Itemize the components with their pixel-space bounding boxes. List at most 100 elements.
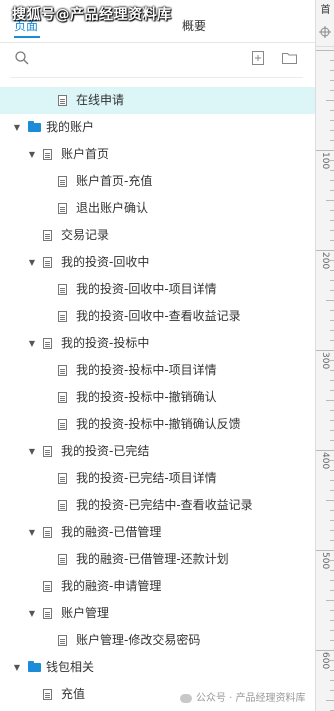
ruler-tick <box>326 300 334 301</box>
tree-item-label: 我的投资-已完结-项目详情 <box>76 471 217 485</box>
tree-page-row[interactable]: 我的投资-投标中-撤销确认 <box>0 384 315 411</box>
tree-page-row[interactable]: 退出账户确认 <box>0 195 315 222</box>
ruler-tick <box>330 640 334 641</box>
expand-caret-icon[interactable]: ▼ <box>27 330 37 357</box>
ruler-tick <box>330 670 334 671</box>
tree-page-row[interactable]: 我的融资-已借管理-还款计划 <box>0 546 315 573</box>
add-folder-icon[interactable] <box>282 52 297 64</box>
ruler-tick <box>330 440 334 441</box>
search-bar[interactable] <box>0 44 315 78</box>
expand-caret-icon[interactable]: ▼ <box>12 654 22 681</box>
tree-page-row[interactable]: ▼ 账户首页 <box>0 141 315 168</box>
ruler-tick <box>330 290 334 291</box>
wechat-icon <box>180 693 192 703</box>
tree-page-row[interactable]: 账户首页-充值 <box>0 168 315 195</box>
tree-page-row[interactable]: 我的投资-已完结-项目详情 <box>0 465 315 492</box>
tree-item-label: 交易记录 <box>61 228 110 242</box>
ruler-tick <box>326 600 334 601</box>
ruler-tick <box>330 540 334 541</box>
ruler-tick <box>330 110 334 111</box>
page-icon <box>43 257 52 268</box>
tree-item-label: 我的投资-已完结 <box>61 444 150 458</box>
tree-folder-row[interactable]: ▼ 我的账户 <box>0 114 315 141</box>
folder-icon <box>28 661 41 672</box>
page-icon <box>43 338 52 349</box>
ruler-tick <box>330 420 334 421</box>
tree-page-row[interactable]: 在线申请 <box>0 87 315 114</box>
tree-folder-row[interactable]: ▼ 钱包相关 <box>0 654 315 681</box>
tree-page-row[interactable]: ▼ 我的投资-投标中 <box>0 330 315 357</box>
ruler-number: 300 <box>320 352 330 370</box>
ruler-tick <box>330 270 334 271</box>
tree-page-row[interactable]: ▼ 账户管理 <box>0 600 315 627</box>
ruler-tick <box>330 660 334 661</box>
expand-caret-icon[interactable]: ▼ <box>27 141 37 168</box>
page-icon <box>43 608 52 619</box>
search-icon[interactable] <box>15 51 29 65</box>
tree-page-row[interactable]: ▼ 我的投资-已完结 <box>0 438 315 465</box>
expand-caret-icon[interactable]: ▼ <box>27 438 37 465</box>
ruler-tick <box>330 470 334 471</box>
tree-item-label: 我的投资-投标中-项目详情 <box>76 363 217 377</box>
ruler-separator <box>316 46 334 47</box>
ruler-tick <box>326 700 334 701</box>
ruler-tick <box>330 610 334 611</box>
ruler-tick <box>330 630 334 631</box>
tree-page-row[interactable]: 我的投资-投标中-撤销确认反馈 <box>0 411 315 438</box>
page-icon <box>58 365 67 376</box>
tree-item-label: 我的投资-已完结中-查看收益记录 <box>76 498 253 512</box>
ruler-tick <box>330 160 334 161</box>
tree-item-label: 我的融资-申请管理 <box>61 579 162 593</box>
ruler-tick <box>330 170 334 171</box>
crosshair-icon[interactable] <box>319 26 331 38</box>
tree-page-row[interactable]: ▼ 我的投资-回收中 <box>0 249 315 276</box>
page-icon <box>43 527 52 538</box>
page-icon <box>58 473 67 484</box>
ruler-tick <box>330 460 334 461</box>
tree-page-row[interactable]: 我的投资-回收中-项目详情 <box>0 276 315 303</box>
tree-page-row[interactable]: ▼ 我的融资-已借管理 <box>0 519 315 546</box>
tree-page-row[interactable]: 账户管理-修改交易密码 <box>0 627 315 654</box>
tab-overview[interactable]: 概要 <box>182 17 206 34</box>
watermark-top: 搜狐号@产品经理资料库 <box>12 7 172 23</box>
ruler-tick <box>330 260 334 261</box>
expand-caret-icon[interactable]: ▼ <box>27 600 37 627</box>
ruler-tick <box>330 690 334 691</box>
ruler-tick <box>330 70 334 71</box>
tree-page-row[interactable]: 我的融资-申请管理 <box>0 573 315 600</box>
tree-page-row[interactable]: 我的投资-投标中-项目详情 <box>0 357 315 384</box>
page-icon <box>58 635 67 646</box>
ruler-tick <box>326 400 334 401</box>
expand-caret-icon[interactable]: ▼ <box>12 114 22 141</box>
tree-page-row[interactable]: 我的投资-已完结中-查看收益记录 <box>0 492 315 519</box>
ruler-tick <box>316 150 334 151</box>
tree-page-row[interactable]: 我的投资-回收中-查看收益记录 <box>0 303 315 330</box>
expand-caret-icon[interactable]: ▼ <box>27 519 37 546</box>
ruler-tick <box>330 180 334 181</box>
ruler-tick <box>330 340 334 341</box>
tree-item-label: 账户首页 <box>61 147 110 161</box>
ruler-tick <box>330 80 334 81</box>
tree-item-label: 我的账户 <box>46 120 95 134</box>
expand-caret-icon[interactable]: ▼ <box>27 249 37 276</box>
ruler-tick <box>326 100 334 101</box>
tree-page-row[interactable]: 交易记录 <box>0 222 315 249</box>
ruler-tick <box>330 490 334 491</box>
add-page-icon[interactable] <box>252 51 264 65</box>
tree-item-label: 我的投资-回收中-查看收益记录 <box>76 309 241 323</box>
tree-item-label: 我的投资-投标中 <box>61 336 150 350</box>
page-icon <box>58 176 67 187</box>
ruler-tick <box>326 500 334 501</box>
page-icon <box>58 311 67 322</box>
tree-item-label: 我的融资-已借管理-还款计划 <box>76 552 229 566</box>
page-icon <box>58 95 67 106</box>
page-icon <box>43 149 52 160</box>
ruler-tick <box>330 410 334 411</box>
tree-item-label: 充值 <box>61 687 86 701</box>
page-icon <box>43 689 52 700</box>
ruler-top-label: 首 <box>316 0 334 22</box>
ruler-tick <box>330 60 334 61</box>
ruler-tick <box>330 360 334 361</box>
watermark-bottom-text: 公众号 · 产品经理资料库 <box>196 693 306 704</box>
ruler-tick <box>316 350 334 351</box>
